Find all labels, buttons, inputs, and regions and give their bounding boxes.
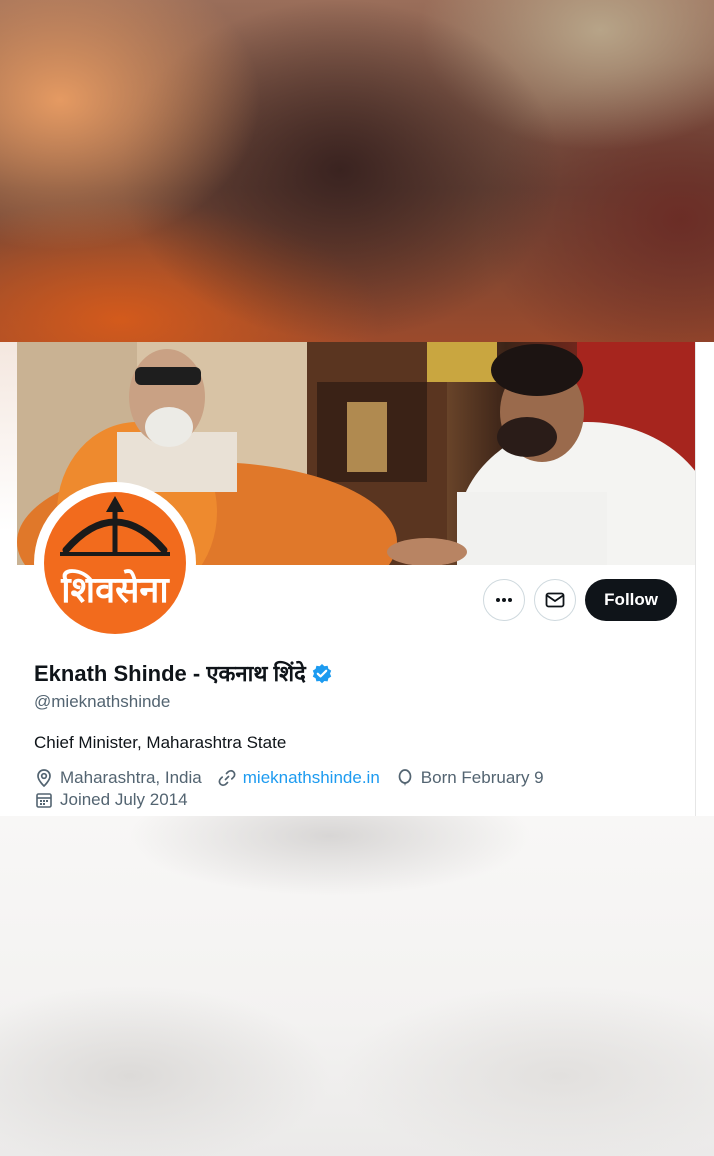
message-button[interactable] xyxy=(534,579,577,621)
calendar-icon xyxy=(36,793,52,808)
blurred-background-top xyxy=(0,0,714,342)
envelope-icon xyxy=(545,592,565,608)
avatar-logo-text: शिवसेना xyxy=(61,569,169,611)
profile-bio: Chief Minister, Maharashtra State xyxy=(34,733,287,752)
avatar[interactable]: शिवसेना xyxy=(44,492,186,634)
website-item[interactable]: mieknathshinde.in xyxy=(217,768,380,788)
birthday-text: Born February 9 xyxy=(420,768,544,787)
display-name: Eknath Shinde - एकनाथ शिंदे xyxy=(34,661,306,686)
birthday-item: Born February 9 xyxy=(395,768,544,788)
balloon-icon xyxy=(398,769,412,786)
background-left xyxy=(0,342,17,816)
verified-badge-icon[interactable] xyxy=(311,663,333,685)
joined-item: Joined July 2014 xyxy=(34,790,188,810)
location-text: Maharashtra, India xyxy=(60,768,202,787)
background-right xyxy=(696,342,714,816)
link-icon xyxy=(218,769,236,787)
location-item: Maharashtra, India xyxy=(34,768,202,788)
joined-text: Joined July 2014 xyxy=(60,790,188,809)
blurred-background-bottom xyxy=(0,816,714,1156)
more-button[interactable] xyxy=(483,579,526,621)
follow-button[interactable]: Follow xyxy=(585,579,677,621)
profile-actions: Follow xyxy=(483,579,677,621)
profile-meta: Maharashtra, India mieknathshinde.in Bor… xyxy=(34,767,674,811)
website-link[interactable]: mieknathshinde.in xyxy=(243,768,380,788)
more-horizontal-icon xyxy=(496,598,513,602)
name-row: Eknath Shinde - एकनाथ शिंदे xyxy=(34,660,333,688)
user-handle: @mieknathshinde xyxy=(34,692,171,711)
avatar-ring[interactable]: शिवसेना xyxy=(34,482,196,644)
meta-row-1: Maharashtra, India mieknathshinde.in Bor… xyxy=(34,767,674,789)
meta-row-2: Joined July 2014 xyxy=(34,789,674,811)
bow-arrow-logo-icon xyxy=(60,496,170,556)
profile-card: शिवसेना Follow Eknath Shinde - एकनाथ शिं… xyxy=(17,342,696,816)
location-pin-icon xyxy=(37,769,51,788)
